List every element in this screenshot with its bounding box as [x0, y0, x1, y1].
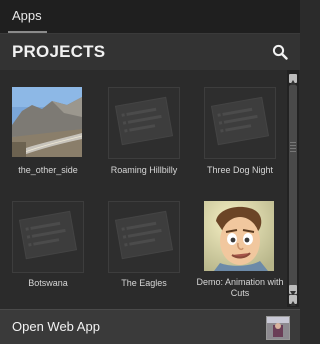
- open-web-app-link[interactable]: Open Web App: [12, 319, 100, 334]
- document-placeholder-icon: [116, 97, 172, 145]
- project-thumbnail-placeholder: [204, 87, 276, 159]
- projects-header: PROJECTS: [0, 34, 300, 70]
- document-placeholder-icon: [20, 211, 76, 259]
- scrollbar-grip-icon: [290, 142, 296, 154]
- scroll-up-arrow-icon[interactable]: [289, 74, 297, 85]
- project-title: the_other_side: [18, 165, 78, 175]
- document-placeholder-icon: [116, 211, 172, 259]
- document-placeholder-icon: [212, 97, 268, 145]
- active-tab-indicator: [8, 31, 47, 33]
- project-title: Demo: Animation with Cuts: [196, 277, 284, 298]
- scroll-up-arrow-icon[interactable]: [289, 295, 297, 306]
- app-avatar-icon[interactable]: [266, 316, 290, 340]
- project-thumbnail-placeholder: [108, 87, 180, 159]
- project-thumbnail-placeholder: [12, 201, 84, 273]
- project-title: Roaming Hillbilly: [110, 165, 178, 175]
- project-thumbnail-placeholder: [108, 201, 180, 273]
- tab-apps[interactable]: Apps: [12, 0, 42, 33]
- scroll-down-arrow-icon[interactable]: [289, 285, 297, 296]
- vertical-scrollbar[interactable]: [287, 70, 299, 307]
- project-title: Three Dog Night: [206, 165, 274, 175]
- project-thumbnail-cartoon: [204, 201, 274, 271]
- footer-bar[interactable]: Open Web App: [0, 309, 300, 344]
- top-tab-bar: Apps: [0, 0, 300, 34]
- scrollbar-thumb[interactable]: [289, 85, 297, 295]
- search-icon[interactable]: [272, 44, 288, 60]
- project-title: Botswana: [28, 278, 68, 288]
- project-grid: the_other_side Roaming Hillbilly Three D…: [0, 70, 286, 307]
- page-title: PROJECTS: [12, 42, 106, 61]
- project-thumbnail-photo: [12, 87, 83, 157]
- project-title: The Eagles: [121, 278, 167, 288]
